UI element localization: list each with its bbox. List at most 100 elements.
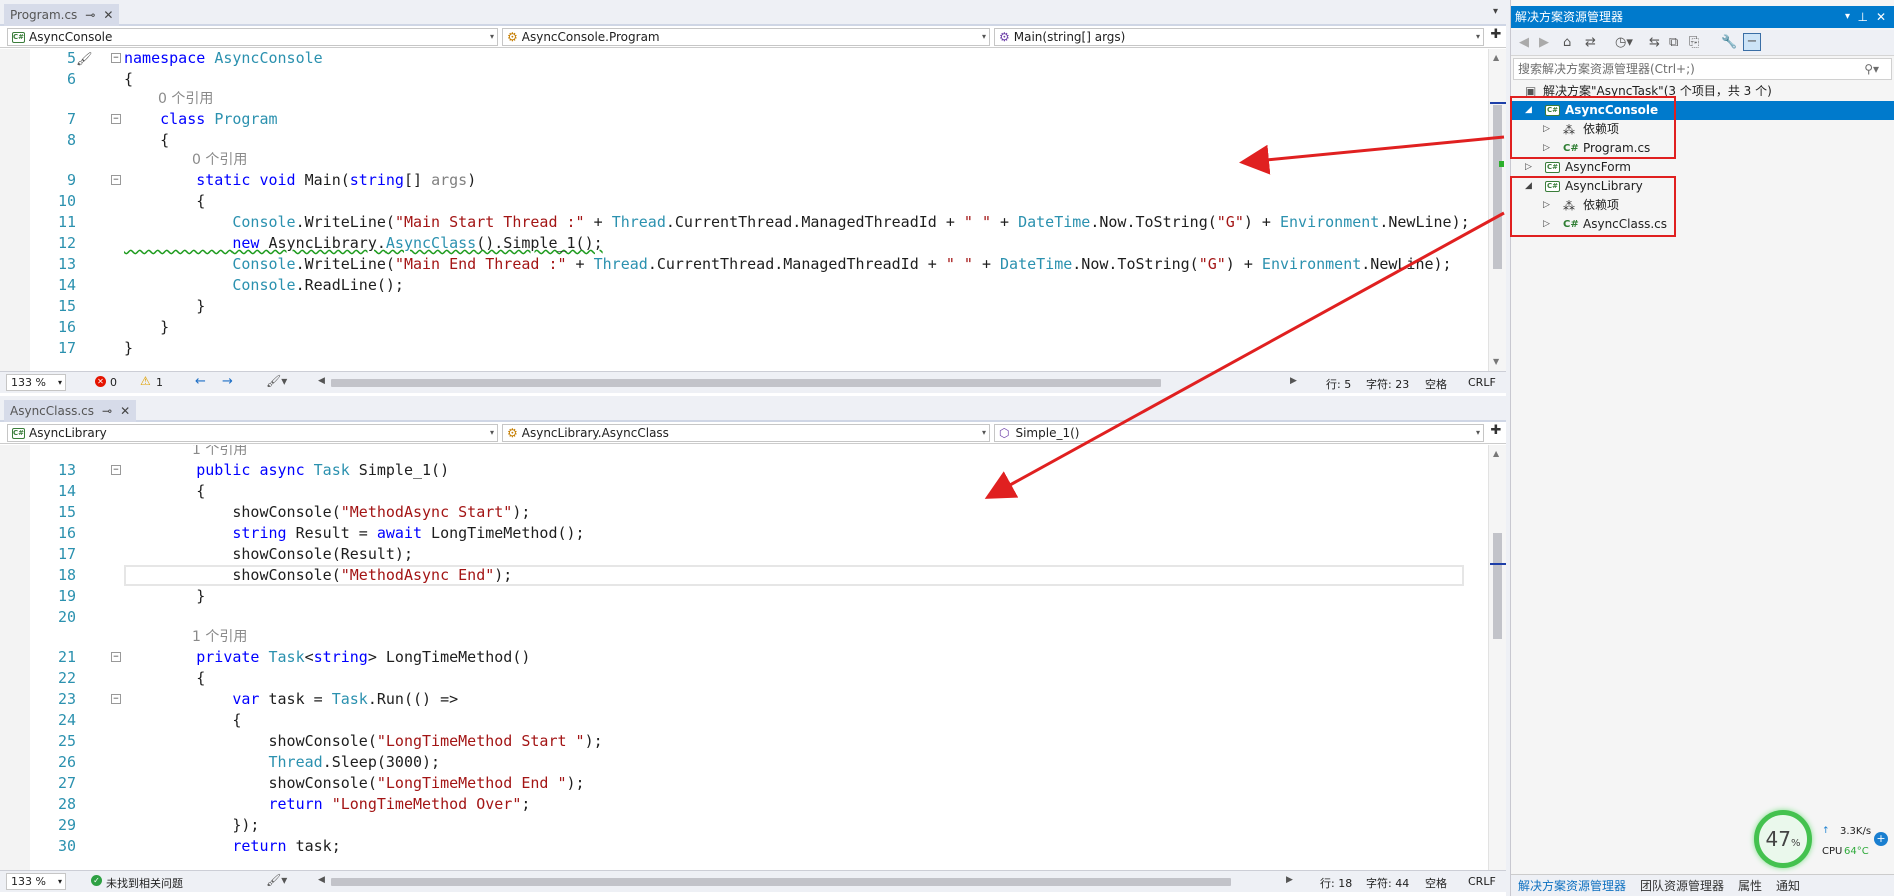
preview-icon[interactable]: − [1743,33,1761,51]
code-line[interactable]: 5 − namespace AsyncConsole [0,49,1486,69]
code-line[interactable]: 23 − var task = Task.Run(() => [0,689,1486,710]
close-icon[interactable]: ✕ [1876,6,1886,28]
code-lens-reference[interactable]: 1 个引用 [0,628,1486,647]
project-dropdown[interactable]: C# AsyncConsole ▾ [7,28,498,46]
code-cleanup-icon[interactable]: 🖌▾ [266,873,287,887]
show-all-files-icon[interactable]: ⎘ [1689,35,1699,50]
reference-count[interactable]: 0 个引用 [158,90,213,109]
tab-program-cs[interactable]: Program.cs ⊸ ✕ [4,4,120,26]
code-line[interactable]: 19 } [0,586,1486,607]
pin-icon[interactable]: ⊥ [1858,6,1868,28]
code-line[interactable]: 22 { [0,668,1486,689]
code-lens-reference[interactable]: 1 个引用 [0,445,1486,460]
forward-icon[interactable]: ▶ [1539,35,1549,50]
panel-tab[interactable]: 属性 [1731,877,1769,894]
horizontal-scroll-thumb[interactable] [331,379,1161,387]
search-icon[interactable]: ⚲▾ [1864,59,1879,79]
code-line[interactable]: 15 showConsole("MethodAsync Start"); [0,502,1486,523]
code-line[interactable]: 30 return task; [0,836,1486,857]
code-cleanup-icon[interactable]: 🖌▾ [266,374,287,388]
scroll-left-arrow[interactable]: ◀ [318,875,325,885]
collapse-toggle-icon[interactable]: − [111,175,121,185]
back-icon[interactable]: ◀ [1519,35,1529,50]
member-dropdown[interactable]: ⬡ Simple_1() ▾ [994,424,1484,442]
vertical-scrollbar[interactable]: ▲ [1488,445,1506,872]
navigate-back-icon[interactable]: ← [195,374,206,389]
code-line[interactable]: 9 − static void Main(string[] args) [0,170,1486,191]
code-line[interactable]: 28 return "LongTimeMethod Over"; [0,794,1486,815]
code-lens-reference[interactable]: 0 个引用 [0,90,1486,109]
code-line[interactable]: 29 }); [0,815,1486,836]
home-icon[interactable]: ⌂ [1563,35,1571,50]
warning-icon[interactable]: ⚠ [140,374,151,388]
code-line[interactable]: 21 − private Task<string> LongTimeMethod(… [0,647,1486,668]
panel-tab[interactable]: 解决方案资源管理器 [1511,877,1633,894]
code-line[interactable]: 7 − class Program [0,109,1486,130]
scroll-up-arrow[interactable]: ▲ [1493,449,1499,458]
code-line[interactable]: 20 [0,607,1486,628]
code-line[interactable]: 26 Thread.Sleep(3000); [0,752,1486,773]
collapse-toggle-icon[interactable]: − [111,114,121,124]
zoom-selector[interactable]: 133 % ▾ [6,374,66,391]
collapse-toggle-icon[interactable]: − [111,53,121,63]
code-line[interactable]: 16 } [0,317,1486,338]
code-line[interactable]: 24 { [0,710,1486,731]
code-line[interactable]: 12 new AsyncLibrary.AsyncClass().Simple_… [0,233,1486,254]
reference-count[interactable]: 1 个引用 [192,445,247,460]
switch-views-icon[interactable]: ⇄ [1585,35,1596,50]
code-line[interactable]: 14 Console.ReadLine(); [0,275,1486,296]
tab-asyncclass-cs[interactable]: AsyncClass.cs ⊸ ✕ [4,400,137,422]
pin-icon[interactable]: ⊸ [85,8,95,22]
error-icon[interactable]: ✕ [95,376,106,387]
code-line[interactable]: 16 string Result = await LongTimeMethod(… [0,523,1486,544]
vertical-scrollbar[interactable]: ▲ ▼ [1488,49,1506,371]
code-line[interactable]: 17 showConsole(Result); [0,544,1486,565]
code-line[interactable]: 18 showConsole("MethodAsync End"); [0,565,1486,586]
code-line[interactable]: 17} [0,338,1486,359]
code-line[interactable]: 11 Console.WriteLine("Main Start Thread … [0,212,1486,233]
line-ending-indicator[interactable]: CRLF [1468,875,1496,888]
zoom-selector[interactable]: 133 % ▾ [6,873,66,890]
solution-search-input[interactable]: 搜索解决方案资源管理器(Ctrl+;) ⚲▾ [1513,58,1892,80]
collapse-all-icon[interactable]: ⧉ [1669,35,1678,50]
project-dropdown[interactable]: C# AsyncLibrary ▾ [7,424,498,442]
collapse-toggle-icon[interactable]: − [111,465,121,475]
code-line[interactable]: 25 showConsole("LongTimeMethod Start "); [0,731,1486,752]
code-line[interactable]: 13 − public async Task Simple_1() [0,460,1486,481]
code-line[interactable]: 27 showConsole("LongTimeMethod End "); [0,773,1486,794]
scroll-up-arrow[interactable]: ▲ [1493,53,1499,62]
project-node[interactable]: ▷ C# AsyncForm [1511,158,1894,177]
code-line[interactable]: 14 { [0,481,1486,502]
pending-changes-icon[interactable]: ◷▾ [1615,35,1633,50]
code-line[interactable]: 15 } [0,296,1486,317]
cpu-monitor-widget[interactable]: 47% ↑ 3.3K/s CPU 64°C + [1750,808,1894,872]
split-editor-icon[interactable]: ✚ [1489,28,1503,43]
collapse-toggle-icon[interactable]: − [111,652,121,662]
member-dropdown[interactable]: ⚙ Main(string[] args) ▾ [994,28,1484,46]
chevron-down-icon[interactable]: ▾ [1845,6,1850,28]
type-dropdown[interactable]: ⚙ AsyncConsole.Program ▾ [502,28,990,46]
scroll-thumb[interactable] [1493,533,1502,639]
sync-icon[interactable]: ⇆ [1649,35,1660,50]
type-dropdown[interactable]: ⚙ AsyncLibrary.AsyncClass ▾ [502,424,990,442]
navigate-forward-icon[interactable]: → [222,374,233,389]
properties-icon[interactable]: 🔧 [1721,35,1737,50]
line-indicator[interactable]: 行: 5 [1326,376,1351,392]
close-icon[interactable]: ✕ [103,8,113,22]
char-indicator[interactable]: 字符: 44 [1366,875,1409,891]
split-editor-icon[interactable]: ✚ [1489,424,1503,439]
code-line[interactable]: 10 { [0,191,1486,212]
close-icon[interactable]: ✕ [120,404,130,418]
chevron-down-icon[interactable]: ▾ [1493,6,1498,17]
scroll-right-arrow[interactable]: ▶ [1286,875,1293,885]
scroll-thumb[interactable] [1493,105,1502,269]
code-line[interactable]: 8 { [0,130,1486,151]
check-icon[interactable]: ✓ [91,875,102,886]
whitespace-indicator[interactable]: 空格 [1425,875,1447,891]
code-editor[interactable]: 1 个引用 13− public async Task Simple_1() 14 … [0,445,1486,872]
code-line[interactable]: 13 Console.WriteLine("Main End Thread :"… [0,254,1486,275]
collapsed-triangle-icon[interactable]: ▷ [1525,158,1532,177]
panel-tab[interactable]: 团队资源管理器 [1633,877,1731,894]
scroll-left-arrow[interactable]: ◀ [318,376,325,386]
reference-count[interactable]: 1 个引用 [192,628,247,647]
